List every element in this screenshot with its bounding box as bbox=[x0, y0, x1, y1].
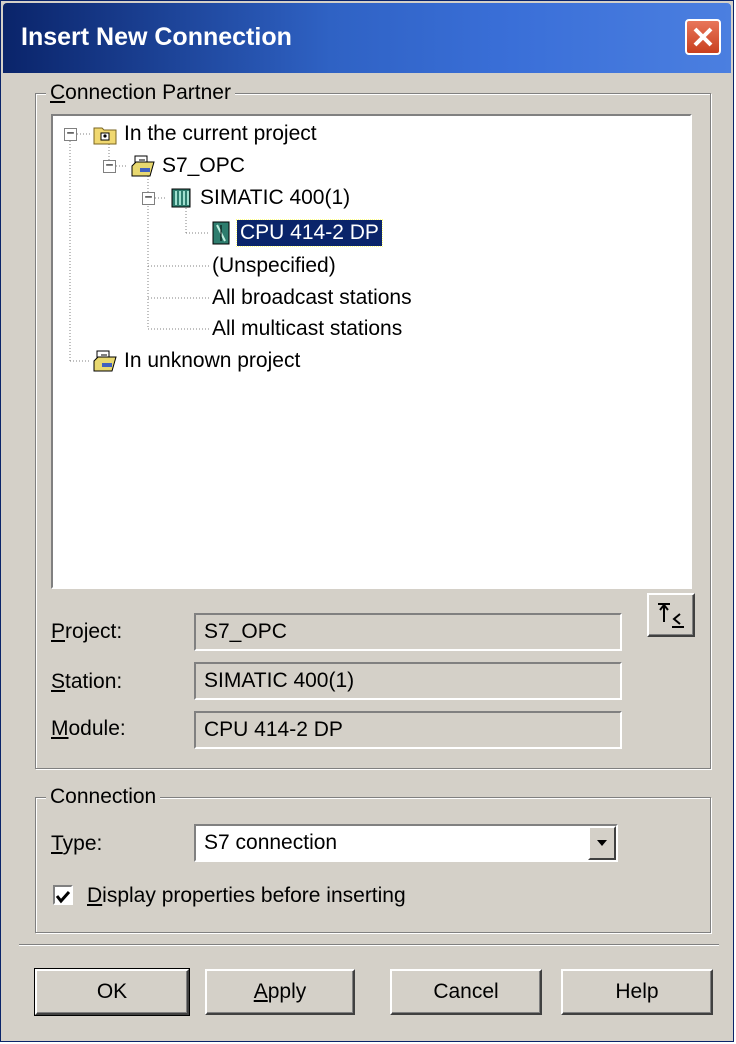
tree-node-s7-opc[interactable]: S7_OPC bbox=[131, 152, 248, 180]
connection-group: Connection bbox=[35, 785, 711, 933]
type-dropdown-button[interactable] bbox=[588, 826, 616, 860]
display-properties-checkbox[interactable] bbox=[53, 885, 73, 905]
cancel-button[interactable]: Cancel bbox=[390, 969, 542, 1015]
type-select-value: S7 connection bbox=[204, 831, 338, 854]
help-button[interactable]: Help bbox=[561, 969, 713, 1015]
tree-node-unspecified[interactable]: (Unspecified) bbox=[209, 252, 339, 280]
connection-legend: Connection bbox=[46, 785, 161, 809]
type-select[interactable]: S7 connection bbox=[194, 824, 618, 862]
type-label: Type: bbox=[51, 832, 103, 855]
navigate-up-icon bbox=[658, 603, 684, 628]
partner-tree[interactable]: − In the current project − S7_OPC − SIMA… bbox=[51, 114, 692, 589]
project-icon bbox=[131, 154, 155, 178]
connection-partner-legend: Connection Partner bbox=[46, 81, 235, 105]
tree-node-current-project[interactable]: In the current project bbox=[93, 120, 320, 148]
ok-button[interactable]: OK bbox=[34, 968, 190, 1016]
cpu-icon bbox=[209, 221, 233, 245]
station-label: Station: bbox=[51, 670, 123, 693]
check-icon bbox=[55, 891, 71, 904]
close-icon bbox=[693, 27, 713, 47]
station-field: SIMATIC 400(1) bbox=[194, 662, 622, 700]
tree-expander[interactable]: − bbox=[64, 127, 77, 141]
folder-icon bbox=[93, 122, 117, 146]
tree-node-simatic-400[interactable]: SIMATIC 400(1) bbox=[169, 184, 353, 212]
apply-button[interactable]: Apply bbox=[205, 969, 355, 1015]
close-button[interactable] bbox=[685, 19, 721, 55]
tree-node-multicast[interactable]: All multicast stations bbox=[209, 315, 405, 343]
display-properties-label[interactable]: Display properties before inserting bbox=[87, 884, 406, 908]
dialog-window: Insert New Connection Connection Partner bbox=[0, 0, 734, 1042]
module-label: Module: bbox=[51, 717, 126, 740]
navigate-button[interactable] bbox=[647, 593, 695, 637]
tree-node-unknown-project[interactable]: In unknown project bbox=[93, 347, 303, 375]
tree-expander[interactable]: − bbox=[142, 191, 155, 205]
project-icon bbox=[93, 349, 117, 373]
chevron-down-icon bbox=[597, 840, 607, 846]
module-field: CPU 414-2 DP bbox=[194, 711, 622, 749]
project-field: S7_OPC bbox=[194, 613, 622, 651]
tree-expander[interactable]: − bbox=[103, 159, 116, 173]
window-title: Insert New Connection bbox=[21, 23, 292, 51]
title-bar[interactable]: Insert New Connection bbox=[3, 3, 731, 73]
project-label: Project: bbox=[51, 620, 123, 643]
tree-node-cpu-414[interactable]: CPU 414-2 DP bbox=[209, 219, 383, 247]
divider bbox=[19, 944, 719, 946]
station-icon bbox=[169, 186, 193, 210]
tree-node-broadcast[interactable]: All broadcast stations bbox=[209, 284, 415, 312]
